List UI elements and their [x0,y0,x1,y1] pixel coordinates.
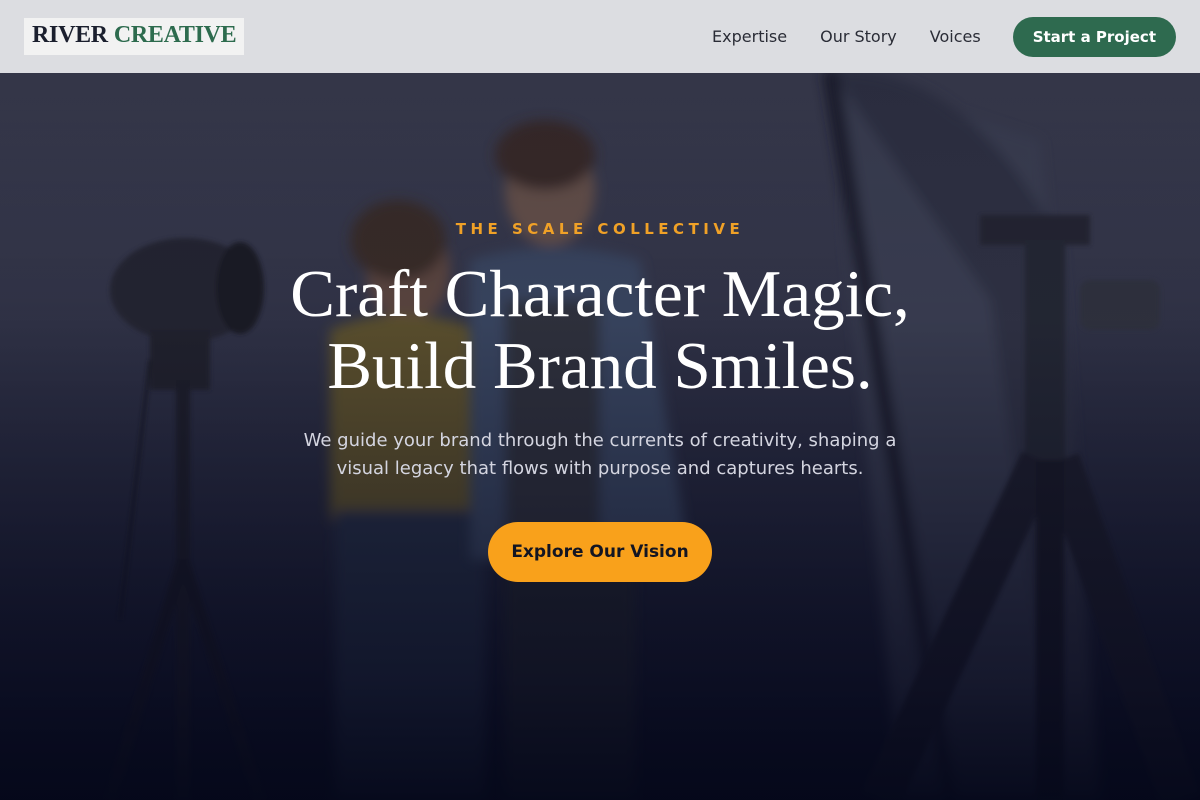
main-nav: Expertise Our Story Voices Start a Proje… [712,16,1176,57]
headline-line-2: Build Brand Smiles. [327,329,873,403]
hero-eyebrow: THE SCALE COLLECTIVE [455,220,745,238]
hero-subtext: We guide your brand through the currents… [280,427,920,483]
explore-vision-button[interactable]: Explore Our Vision [488,522,712,582]
subtext-line-1: We guide your brand through the currents… [303,430,897,451]
hero-headline: Craft Character Magic, Build Brand Smile… [0,258,1200,402]
top-navbar: RIVER CREATIVE Expertise Our Story Voice… [0,0,1200,73]
nav-link-voices[interactable]: Voices [930,27,981,46]
nav-link-expertise[interactable]: Expertise [712,27,787,46]
logo-word-river: RIVER [32,22,108,49]
logo-word-creative: CREATIVE [113,22,237,49]
brand-logo[interactable]: RIVER CREATIVE [24,18,245,55]
subtext-line-2: visual legacy that flows with purpose an… [336,458,864,479]
nav-link-our-story[interactable]: Our Story [820,27,897,46]
start-project-button[interactable]: Start a Project [1012,16,1176,57]
headline-line-1: Craft Character Magic, [290,257,910,331]
